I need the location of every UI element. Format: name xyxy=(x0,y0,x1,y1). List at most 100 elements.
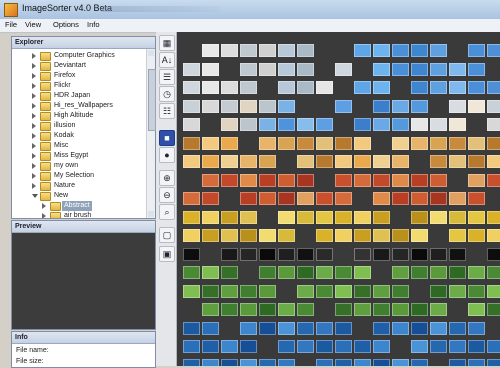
image-thumbnail[interactable] xyxy=(259,136,276,150)
chevron-right-icon[interactable] xyxy=(32,53,36,59)
image-thumbnail[interactable] xyxy=(278,303,295,316)
image-thumbnail[interactable] xyxy=(392,136,409,150)
image-thumbnail[interactable] xyxy=(316,118,333,131)
tree-item[interactable]: Kodak xyxy=(12,131,145,141)
image-thumbnail[interactable] xyxy=(259,358,276,366)
image-thumbnail[interactable] xyxy=(221,136,238,150)
image-thumbnail[interactable] xyxy=(240,44,257,57)
image-thumbnail[interactable] xyxy=(335,173,352,187)
image-thumbnail[interactable] xyxy=(354,340,371,353)
image-thumbnail[interactable] xyxy=(259,99,276,113)
image-thumbnail[interactable] xyxy=(297,44,314,57)
image-thumbnail[interactable] xyxy=(259,247,276,261)
image-thumbnail[interactable] xyxy=(411,136,428,150)
image-thumbnail[interactable] xyxy=(202,44,219,57)
image-thumbnail[interactable] xyxy=(487,358,500,366)
image-thumbnail[interactable] xyxy=(354,247,371,261)
image-thumbnail[interactable] xyxy=(392,99,409,113)
image-thumbnail[interactable] xyxy=(278,136,295,150)
image-thumbnail[interactable] xyxy=(202,210,219,224)
image-thumbnail[interactable] xyxy=(392,229,409,242)
image-thumbnail[interactable] xyxy=(430,118,447,131)
image-thumbnail[interactable] xyxy=(373,173,390,187)
image-thumbnail[interactable] xyxy=(240,284,257,298)
image-thumbnail[interactable] xyxy=(335,136,352,150)
image-thumbnail[interactable] xyxy=(240,192,257,205)
menu-info[interactable]: Info xyxy=(87,20,100,29)
image-thumbnail[interactable] xyxy=(240,210,257,224)
image-thumbnail[interactable] xyxy=(316,321,333,335)
image-thumbnail[interactable] xyxy=(297,247,314,261)
image-thumbnail[interactable] xyxy=(278,321,295,335)
color-sort-icon[interactable]: ▦ xyxy=(159,35,175,51)
image-thumbnail[interactable] xyxy=(240,229,257,242)
image-thumbnail[interactable] xyxy=(373,284,390,298)
scroll-down-button[interactable] xyxy=(148,211,154,217)
image-thumbnail[interactable] xyxy=(240,340,257,353)
chevron-right-icon[interactable] xyxy=(32,173,36,179)
image-thumbnail[interactable] xyxy=(411,229,428,242)
image-thumbnail[interactable] xyxy=(297,62,314,76)
image-thumbnail[interactable] xyxy=(449,284,466,298)
tree-item[interactable]: High Altitude xyxy=(12,111,145,121)
chevron-right-icon[interactable] xyxy=(32,93,36,99)
image-thumbnail[interactable] xyxy=(240,303,257,316)
image-thumbnail[interactable] xyxy=(335,210,352,224)
tree-item[interactable]: Abstract xyxy=(12,201,145,211)
image-thumbnail[interactable] xyxy=(297,340,314,353)
image-thumbnail[interactable] xyxy=(183,284,200,298)
image-thumbnail[interactable] xyxy=(297,192,314,205)
image-thumbnail[interactable] xyxy=(221,284,238,298)
image-thumbnail[interactable] xyxy=(335,62,352,76)
image-thumbnail[interactable] xyxy=(240,62,257,76)
image-thumbnail[interactable] xyxy=(468,358,485,366)
image-thumbnail[interactable] xyxy=(468,173,485,187)
image-thumbnail[interactable] xyxy=(202,62,219,76)
image-thumbnail[interactable] xyxy=(240,247,257,261)
tree-item[interactable]: illusion xyxy=(12,121,145,131)
image-thumbnail[interactable] xyxy=(316,284,333,298)
image-thumbnail[interactable] xyxy=(221,247,238,261)
image-thumbnail[interactable] xyxy=(449,210,466,224)
image-thumbnail[interactable] xyxy=(487,266,500,279)
image-thumbnail[interactable] xyxy=(183,118,200,131)
image-thumbnail[interactable] xyxy=(449,118,466,131)
image-thumbnail[interactable] xyxy=(183,266,200,279)
image-thumbnail[interactable] xyxy=(240,321,257,335)
image-thumbnail[interactable] xyxy=(487,118,500,131)
image-thumbnail[interactable] xyxy=(392,62,409,76)
image-thumbnail[interactable] xyxy=(221,340,238,353)
image-thumbnail[interactable] xyxy=(278,118,295,131)
image-thumbnail[interactable] xyxy=(392,192,409,205)
image-thumbnail[interactable] xyxy=(335,358,352,366)
image-thumbnail[interactable] xyxy=(411,247,428,261)
image-thumbnail[interactable] xyxy=(392,358,409,366)
image-thumbnail[interactable] xyxy=(259,321,276,335)
image-thumbnail[interactable] xyxy=(430,44,447,57)
menu-options[interactable]: Options xyxy=(53,20,79,29)
image-thumbnail[interactable] xyxy=(487,284,500,298)
image-thumbnail[interactable] xyxy=(354,229,371,242)
chevron-right-icon[interactable] xyxy=(32,63,36,69)
image-thumbnail[interactable] xyxy=(449,81,466,94)
image-thumbnail[interactable] xyxy=(487,229,500,242)
image-thumbnail[interactable] xyxy=(259,192,276,205)
image-thumbnail[interactable] xyxy=(297,284,314,298)
image-thumbnail[interactable] xyxy=(392,173,409,187)
chevron-right-icon[interactable] xyxy=(32,133,36,139)
image-thumbnail[interactable] xyxy=(373,210,390,224)
image-thumbnail[interactable] xyxy=(354,284,371,298)
image-thumbnail[interactable] xyxy=(411,358,428,366)
explorer-scrollbar[interactable] xyxy=(146,49,156,218)
image-thumbnail[interactable] xyxy=(316,136,333,150)
image-thumbnail[interactable] xyxy=(468,99,485,113)
image-thumbnail[interactable] xyxy=(373,155,390,168)
image-thumbnail[interactable] xyxy=(392,266,409,279)
image-thumbnail[interactable] xyxy=(449,321,466,335)
similarity-icon[interactable]: ☷ xyxy=(159,103,175,119)
image-thumbnail[interactable] xyxy=(259,266,276,279)
chevron-right-icon[interactable] xyxy=(42,213,46,218)
image-thumbnail[interactable] xyxy=(297,210,314,224)
image-thumbnail[interactable] xyxy=(259,284,276,298)
image-thumbnail[interactable] xyxy=(411,340,428,353)
